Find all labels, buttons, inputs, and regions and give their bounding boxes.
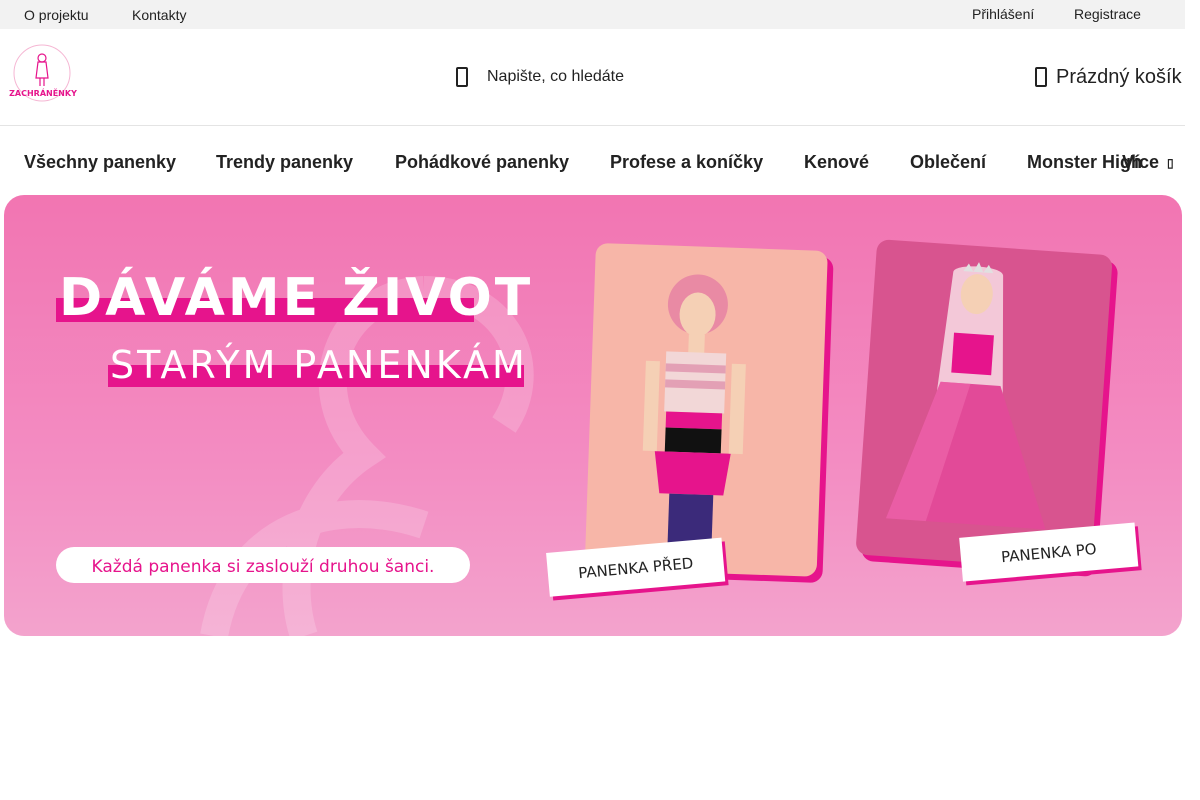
nav-item-profese-a-konicky[interactable]: Profese a koníčky — [610, 152, 763, 173]
hero-banner[interactable]: DÁVÁME ŽIVOT STARÝM PANENKÁM Každá panen… — [4, 195, 1182, 636]
logo-text: ZACHRÁNĚNKY — [9, 87, 77, 98]
search-icon[interactable] — [452, 67, 472, 87]
cart-icon — [1034, 67, 1048, 87]
nav-more-button[interactable]: Více ▯ — [1122, 152, 1174, 173]
top-bar: O projektu Kontakty Přihlášení Registrac… — [0, 0, 1185, 29]
headline-2: STARÝM PANENKÁM — [110, 343, 528, 387]
before-label: PANENKA PŘED — [546, 537, 729, 601]
after-photo — [856, 239, 1118, 577]
background-silhouette — [200, 276, 534, 636]
nav-item-pohadkove-panenky[interactable]: Pohádkové panenky — [395, 152, 569, 173]
register-link[interactable]: Registrace — [1074, 6, 1141, 22]
login-link[interactable]: Přihlášení — [972, 6, 1034, 22]
nav-item-trendy-panenky[interactable]: Trendy panenky — [216, 152, 353, 173]
tagline: Každá panenka si zaslouží druhou šanci. — [92, 557, 435, 577]
headline-1: DÁVÁME ŽIVOT — [59, 267, 533, 328]
before-photo — [585, 243, 834, 583]
chevron-down-icon: ▯ — [1167, 155, 1174, 170]
site-logo[interactable]: ZACHRÁNĚNKY — [6, 44, 80, 104]
cart-label: Prázdný košík — [1056, 65, 1182, 88]
search-box[interactable]: Napište, co hledáte — [452, 65, 624, 89]
main-nav: Všechny panenky Trendy panenky Pohádkové… — [0, 127, 1185, 195]
search-input[interactable]: Napište, co hledáte — [487, 68, 624, 86]
nav-more-label: Více — [1122, 152, 1160, 172]
site-header: ZACHRÁNĚNKY Napište, co hledáte Prázdný … — [0, 29, 1185, 126]
cart-button[interactable]: Prázdný košík — [1034, 63, 1182, 91]
nav-item-vsechny-panenky[interactable]: Všechny panenky — [24, 152, 176, 173]
nav-item-kenove[interactable]: Kenové — [804, 152, 869, 173]
link-kontakty[interactable]: Kontakty — [132, 7, 186, 23]
link-o-projektu[interactable]: O projektu — [24, 7, 89, 23]
nav-item-obleceni[interactable]: Oblečení — [910, 152, 986, 173]
